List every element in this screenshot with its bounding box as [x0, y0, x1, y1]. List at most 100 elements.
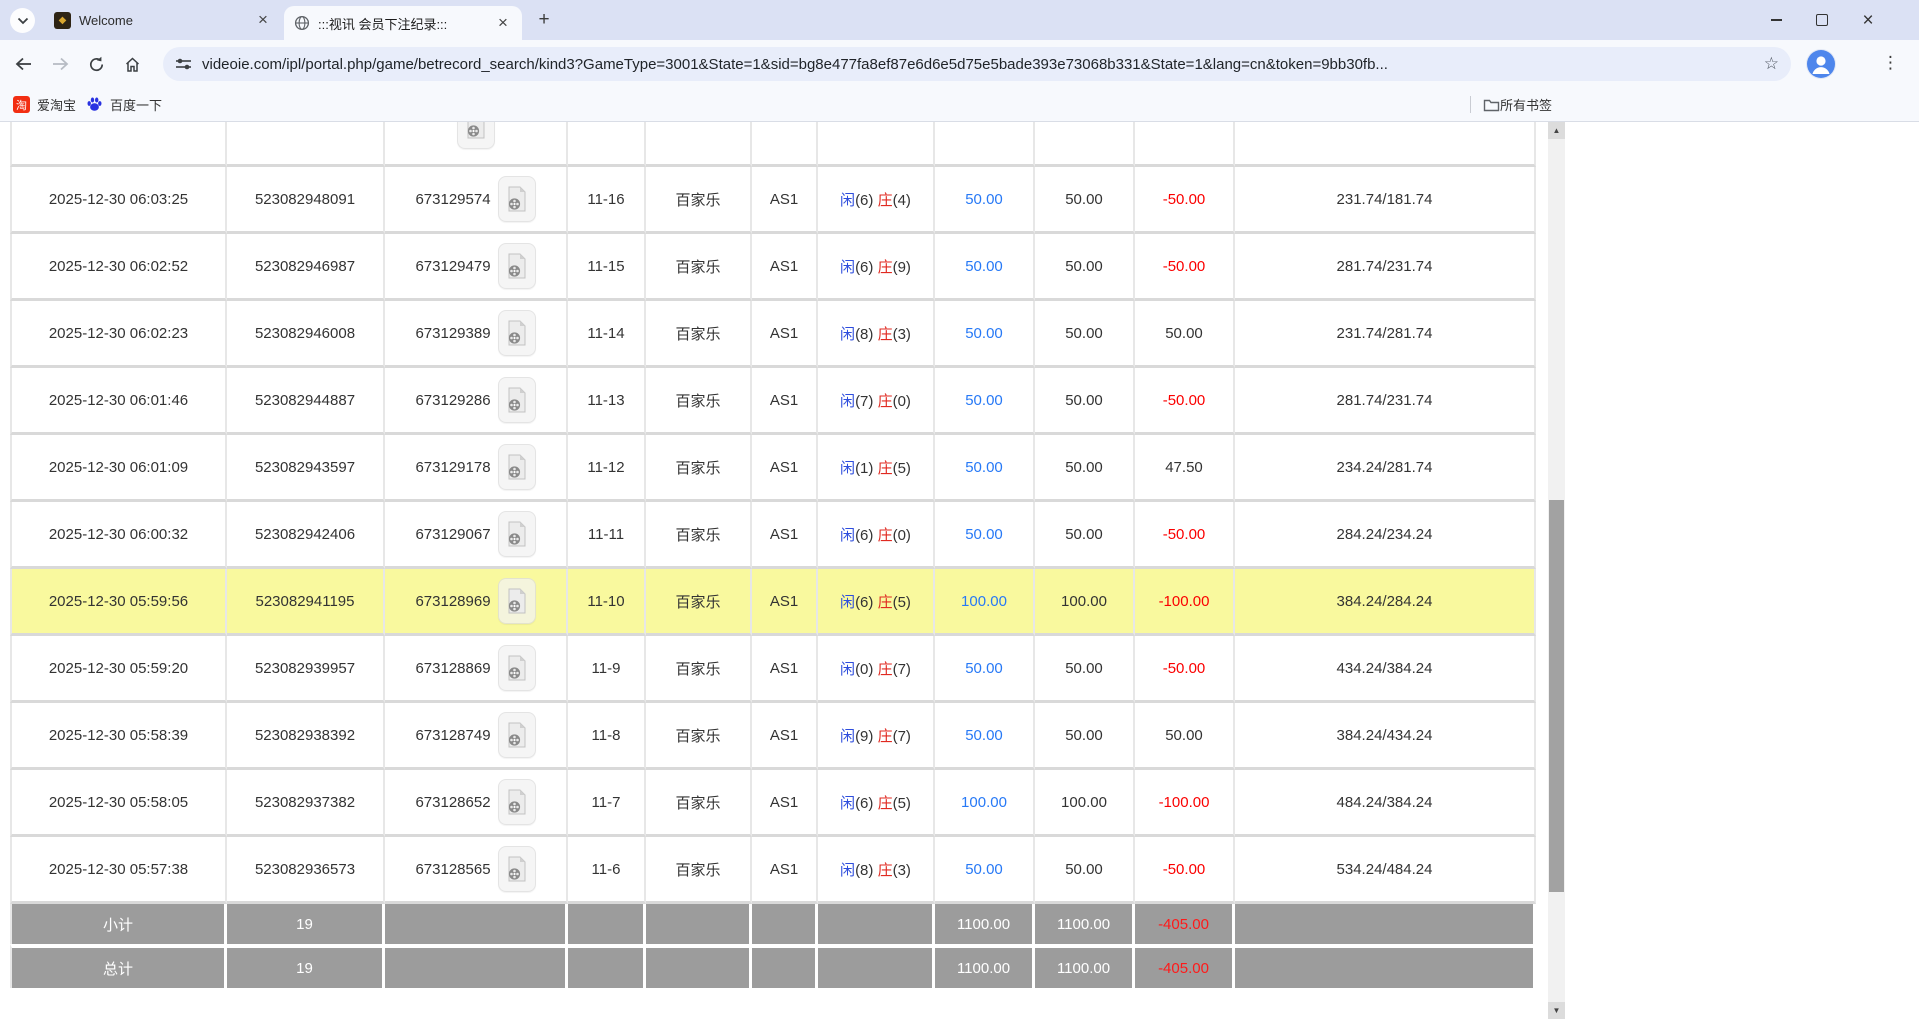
video-file-icon — [507, 722, 527, 748]
tab-close-icon[interactable]: × — [494, 14, 512, 32]
bookmark-taobao[interactable]: 淘 爱淘宝 — [13, 88, 76, 121]
footer-empty-bet-content-cell — [818, 904, 935, 944]
video-replay-button[interactable] — [498, 176, 536, 222]
video-replay-button[interactable] — [498, 846, 536, 892]
maximize-button[interactable] — [1799, 0, 1845, 40]
bet-table-body: 2025-12-30 06:03:25523082948091673129574… — [10, 122, 1536, 988]
table-row[interactable]: 2025-12-30 06:00:32523082942406673129067… — [10, 502, 1536, 569]
home-button[interactable] — [114, 46, 150, 82]
new-tab-button[interactable]: + — [532, 8, 556, 32]
table-row[interactable]: 2025-12-30 05:57:38523082936573673128565… — [10, 837, 1536, 904]
table-row[interactable]: 2025-12-30 05:58:39523082938392673128749… — [10, 703, 1536, 770]
bookmarks-separator — [1470, 96, 1471, 113]
balance-cell: 281.74/231.74 — [1235, 368, 1536, 435]
table-name-cell — [752, 122, 818, 167]
table-row[interactable]: 2025-12-30 05:59:56523082941195673128969… — [10, 569, 1536, 636]
table-row[interactable]: 2025-12-30 06:01:09523082943597673129178… — [10, 435, 1536, 502]
player-bet: 闲 — [840, 862, 855, 879]
browser-toolbar: videoie.com/ipl/portal.php/game/betrecor… — [0, 40, 1919, 88]
address-bar[interactable]: videoie.com/ipl/portal.php/game/betrecor… — [163, 47, 1791, 81]
winloss-cell: -100.00 — [1135, 770, 1235, 837]
footer-winloss-cell: -405.00 — [1135, 904, 1235, 944]
video-replay-button[interactable] — [498, 243, 536, 289]
scroll-up-button[interactable]: ▲ — [1548, 122, 1565, 139]
scrollbar-thumb[interactable] — [1549, 500, 1564, 892]
game-number: 673128749 — [415, 727, 490, 744]
profile-avatar[interactable] — [1806, 49, 1836, 79]
table-row[interactable]: 2025-12-30 05:59:20523082939957673128869… — [10, 636, 1536, 703]
scroll-down-button[interactable]: ▼ — [1548, 1002, 1565, 1019]
close-button[interactable]: × — [1845, 0, 1891, 40]
bookmark-label: 百度一下 — [110, 95, 162, 114]
tab-bet-record[interactable]: :::视讯 会员下注纪录::: × — [284, 6, 522, 40]
video-file-icon — [507, 253, 527, 279]
video-replay-button[interactable] — [457, 122, 495, 149]
winloss-cell: 50.00 — [1135, 301, 1235, 368]
bet-record-table: 2025-12-30 06:03:25523082948091673129574… — [10, 122, 1536, 988]
video-file-icon — [507, 387, 527, 413]
video-replay-button[interactable] — [498, 645, 536, 691]
video-replay-button[interactable] — [498, 712, 536, 758]
video-replay-button[interactable] — [498, 444, 536, 490]
table-name-cell: AS1 — [752, 368, 818, 435]
time-cell: 2025-12-30 06:03:25 — [10, 167, 227, 234]
bet-amount-cell: 50.00 — [935, 636, 1035, 703]
banker-points: (5) — [893, 594, 911, 611]
video-replay-button[interactable] — [498, 377, 536, 423]
reload-button[interactable] — [78, 46, 114, 82]
balance-cell — [1235, 122, 1536, 167]
footer-empty-game-number-cell — [385, 944, 568, 988]
round-cell: 11-11 — [568, 502, 646, 569]
bet-amount-cell: 50.00 — [935, 368, 1035, 435]
game-type-cell: 百家乐 — [646, 703, 752, 770]
tab-search-button[interactable] — [10, 8, 35, 33]
table-row[interactable]: 2025-12-30 06:02:23523082946008673129389… — [10, 301, 1536, 368]
video-replay-button[interactable] — [498, 779, 536, 825]
table-row[interactable]: 2025-12-30 06:03:25523082948091673129574… — [10, 167, 1536, 234]
player-bet: 闲 — [840, 460, 855, 477]
bookmark-star-icon[interactable]: ☆ — [1764, 54, 1779, 74]
tab-close-icon[interactable]: × — [254, 11, 272, 29]
video-file-icon — [507, 454, 527, 480]
table-name-cell: AS1 — [752, 837, 818, 904]
time-cell: 2025-12-30 05:57:38 — [10, 837, 227, 904]
game-number-cell: 673129067 — [385, 502, 568, 569]
minimize-button[interactable] — [1753, 0, 1799, 40]
window-controls: × — [1753, 0, 1891, 40]
footer-empty-table-name-cell — [752, 904, 818, 944]
folder-icon — [1483, 98, 1500, 112]
table-name-cell: AS1 — [752, 301, 818, 368]
player-bet: 闲 — [840, 527, 855, 544]
table-row[interactable]: 2025-12-30 06:01:46523082944887673129286… — [10, 368, 1536, 435]
frame-scrollbar[interactable]: ▲ ▼ — [1548, 122, 1565, 1019]
all-bookmarks[interactable]: 所有书签 — [1470, 88, 1552, 121]
back-button[interactable] — [6, 46, 42, 82]
browser-menu-button[interactable]: ⋮ — [1882, 53, 1899, 73]
url-text[interactable]: videoie.com/ipl/portal.php/game/betrecor… — [202, 56, 1756, 73]
banker-bet: 庄 — [878, 326, 893, 343]
valid-amount-cell: 50.00 — [1035, 502, 1135, 569]
table-row[interactable]: 2025-12-30 06:02:52523082946987673129479… — [10, 234, 1536, 301]
banker-points: (7) — [893, 728, 911, 745]
tab-welcome[interactable]: ◆ Welcome × — [44, 0, 282, 40]
subtotal-row: 小计191100.001100.00-405.00 — [10, 904, 1536, 944]
round-cell: 11-9 — [568, 636, 646, 703]
winloss-cell: -50.00 — [1135, 837, 1235, 904]
footer-amount-cell: 1100.00 — [935, 944, 1035, 988]
bookmark-baidu[interactable]: 百度一下 — [86, 88, 162, 121]
game-type-cell: 百家乐 — [646, 234, 752, 301]
player-bet: 闲 — [840, 661, 855, 678]
banker-points: (3) — [893, 862, 911, 879]
player-points: (6) — [855, 594, 873, 611]
footer-empty-game-type-cell — [646, 904, 752, 944]
video-replay-button[interactable] — [498, 310, 536, 356]
video-replay-button[interactable] — [498, 511, 536, 557]
game-number-cell: 673129389 — [385, 301, 568, 368]
valid-amount-cell — [1035, 122, 1135, 167]
table-row[interactable]: 2025-12-30 05:58:05523082937382673128652… — [10, 770, 1536, 837]
video-replay-button[interactable] — [498, 578, 536, 624]
round-cell: 11-15 — [568, 234, 646, 301]
bet-content-cell: 闲(8) 庄(3) — [818, 301, 935, 368]
home-icon — [124, 56, 141, 73]
forward-button[interactable] — [42, 46, 78, 82]
